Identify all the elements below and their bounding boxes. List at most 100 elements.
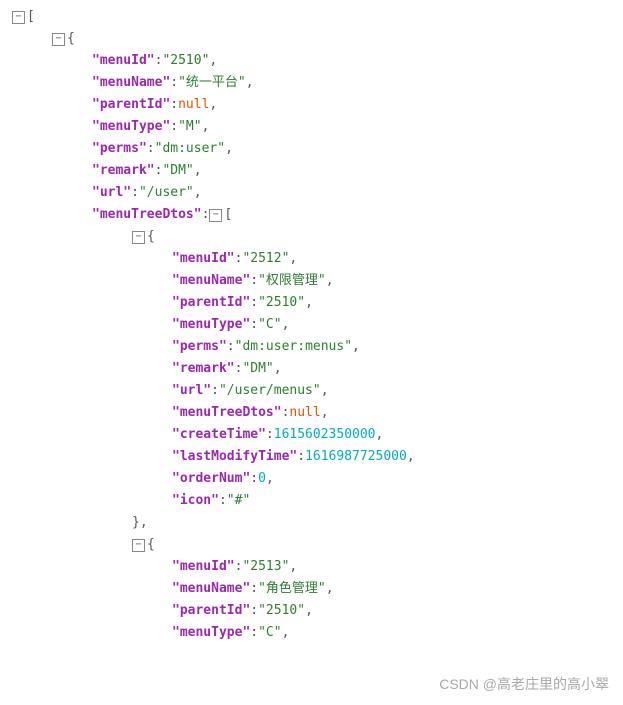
json-key: "parentId" [172, 295, 250, 310]
json-string: "dm:user:menus" [235, 339, 352, 354]
json-line: −{ [12, 534, 623, 556]
json-string: "/user" [139, 185, 194, 200]
json-string: "DM" [242, 361, 273, 376]
json-punct: , [305, 295, 313, 310]
json-key: "parentId" [92, 97, 170, 112]
json-punct: , [407, 449, 415, 464]
json-punct: : [250, 603, 258, 618]
json-line: "menuName":"角色管理", [12, 578, 623, 600]
json-line: "menuId":"2512", [12, 248, 623, 270]
json-punct: : [147, 141, 155, 156]
json-string: "DM" [162, 163, 193, 178]
json-punct: , [282, 317, 290, 332]
json-key: "menuType" [92, 119, 170, 134]
json-number: 1616987725000 [305, 449, 407, 464]
json-punct: , [289, 559, 297, 574]
json-string: "M" [178, 119, 201, 134]
json-line: "parentId":"2510", [12, 600, 623, 622]
json-string: "dm:user" [155, 141, 225, 156]
json-punct: [ [224, 207, 232, 222]
json-punct: : [250, 625, 258, 640]
json-punct: : [170, 97, 178, 112]
json-punct: : [170, 119, 178, 134]
json-punct: { [147, 229, 155, 244]
json-string: "/user/menus" [219, 383, 321, 398]
json-punct: : [266, 427, 274, 442]
json-key: "menuName" [172, 581, 250, 596]
collapse-toggle-icon[interactable]: − [52, 33, 65, 46]
json-null: null [289, 405, 320, 420]
json-string: "权限管理" [258, 273, 326, 288]
json-punct: { [147, 537, 155, 552]
json-punct: , [225, 141, 233, 156]
json-line: "orderNum":0, [12, 468, 623, 490]
json-string: "C" [258, 317, 281, 332]
json-key: "menuType" [172, 317, 250, 332]
json-line: "parentId":null, [12, 94, 623, 116]
json-punct: : [219, 493, 227, 508]
json-key: "url" [172, 383, 211, 398]
json-key: "icon" [172, 493, 219, 508]
json-key: "menuId" [172, 559, 235, 574]
json-key: "menuId" [172, 251, 235, 266]
json-punct: , [209, 97, 217, 112]
json-punct: , [194, 185, 202, 200]
json-punct: : [202, 207, 210, 222]
json-string: "2513" [242, 559, 289, 574]
json-line: "menuType":"M", [12, 116, 623, 138]
json-line: "url":"/user/menus", [12, 380, 623, 402]
json-line: −{ [12, 226, 623, 248]
json-punct: , [274, 361, 282, 376]
json-punct: , [209, 53, 217, 68]
json-key: "remark" [172, 361, 235, 376]
json-string: "#" [227, 493, 250, 508]
json-string: "角色管理" [258, 581, 326, 596]
json-punct: , [289, 251, 297, 266]
json-punct: }, [132, 515, 148, 530]
json-null: null [178, 97, 209, 112]
json-punct: : [250, 273, 258, 288]
json-punct: , [376, 427, 384, 442]
json-key: "menuName" [172, 273, 250, 288]
json-punct: , [326, 273, 334, 288]
json-string: "2512" [242, 251, 289, 266]
json-string: "2510" [162, 53, 209, 68]
json-line: −[ [12, 6, 623, 28]
json-key: "menuName" [92, 75, 170, 90]
json-key: "createTime" [172, 427, 266, 442]
json-key: "remark" [92, 163, 155, 178]
collapse-toggle-icon[interactable]: − [209, 209, 222, 222]
json-number: 1615602350000 [274, 427, 376, 442]
json-punct: : [250, 317, 258, 332]
json-key: "menuTreeDtos" [172, 405, 282, 420]
json-line: "parentId":"2510", [12, 292, 623, 314]
json-key: "perms" [92, 141, 147, 156]
collapse-toggle-icon[interactable]: − [12, 11, 25, 24]
json-punct: , [321, 383, 329, 398]
json-line: "menuType":"C", [12, 314, 623, 336]
json-key: "menuTreeDtos" [92, 207, 202, 222]
json-key: "parentId" [172, 603, 250, 618]
json-line: "lastModifyTime":1616987725000, [12, 446, 623, 468]
json-line: "remark":"DM", [12, 358, 623, 380]
collapse-toggle-icon[interactable]: − [132, 231, 145, 244]
json-line: "perms":"dm:user", [12, 138, 623, 160]
json-line: "menuType":"C", [12, 622, 623, 644]
json-number: 0 [258, 471, 266, 486]
json-string: "2510" [258, 295, 305, 310]
json-punct: : [250, 471, 258, 486]
json-key: "orderNum" [172, 471, 250, 486]
json-line: "createTime":1615602350000, [12, 424, 623, 446]
json-key: "menuId" [92, 53, 155, 68]
json-line: }, [12, 512, 623, 534]
json-line: "menuName":"权限管理", [12, 270, 623, 292]
json-line: −{ [12, 28, 623, 50]
json-key: "lastModifyTime" [172, 449, 297, 464]
collapse-toggle-icon[interactable]: − [132, 539, 145, 552]
json-string: "统一平台" [178, 75, 246, 90]
json-punct: [ [27, 9, 35, 24]
json-punct: , [326, 581, 334, 596]
json-punct: , [305, 603, 313, 618]
json-line: "menuName":"统一平台", [12, 72, 623, 94]
json-punct: , [282, 625, 290, 640]
